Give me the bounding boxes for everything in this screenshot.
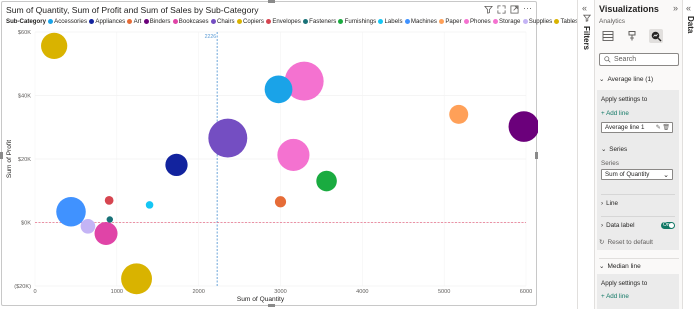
median-line-section-label: Median line bbox=[607, 262, 641, 270]
filters-label: Filters bbox=[582, 26, 591, 51]
expand-data-icon[interactable]: « bbox=[686, 3, 691, 13]
data-label-toggle[interactable]: On bbox=[661, 222, 675, 229]
series-field-label: Series bbox=[601, 160, 619, 167]
format-visual-tab[interactable] bbox=[625, 29, 639, 43]
bubble-binders bbox=[508, 111, 538, 142]
y-tick-label: $40K bbox=[18, 94, 31, 100]
reset-label: Reset to default bbox=[607, 238, 653, 246]
apply-settings-label-2: Apply settings to bbox=[601, 280, 648, 287]
filter-funnel-icon bbox=[582, 14, 592, 24]
median-line-card: Apply settings to + Add line bbox=[597, 274, 679, 309]
visualizations-pane: Visualizations » Analytics Search ⌄ Aver… bbox=[595, 0, 683, 309]
average-line-card: Apply settings to + Add line Average lin… bbox=[597, 90, 679, 250]
chevron-down-icon: ⌄ bbox=[663, 171, 669, 179]
median-line-section-header[interactable]: ⌄ Median line bbox=[599, 258, 679, 270]
bubble-envelopes bbox=[104, 196, 114, 205]
x-tick-label: 0 bbox=[33, 289, 36, 295]
pane-title: Visualizations bbox=[599, 4, 659, 14]
x-tick-label: 5000 bbox=[438, 289, 450, 295]
bubble-accessories bbox=[264, 75, 293, 104]
average-line-section-label: Average line (1) bbox=[607, 75, 654, 83]
bubble-labels bbox=[145, 201, 154, 209]
average-line-name: Average line 1 bbox=[605, 124, 645, 131]
paint-brush-icon bbox=[628, 31, 636, 41]
y-tick-label: $20K bbox=[18, 157, 31, 163]
chevron-down-icon: ⌄ bbox=[599, 76, 605, 83]
analytics-magnifier-icon bbox=[651, 31, 662, 42]
legend-marker bbox=[554, 19, 560, 24]
series-header-label: Series bbox=[609, 146, 628, 153]
search-input[interactable]: Search bbox=[599, 53, 679, 66]
build-visual-tab[interactable] bbox=[601, 29, 615, 43]
legend-item[interactable]: Tables bbox=[554, 18, 578, 25]
analytics-tab[interactable] bbox=[649, 29, 663, 43]
line-header-label: Line bbox=[606, 200, 619, 207]
y-tick-label: ($20K) bbox=[14, 284, 31, 290]
x-tick-label: 3000 bbox=[274, 289, 286, 295]
average-line-name-field[interactable]: Average line 1 ✎ 🗑 bbox=[601, 122, 673, 133]
bubble-appliances bbox=[165, 153, 188, 177]
edit-pencil-icon[interactable]: ✎ 🗑 bbox=[656, 124, 670, 131]
pane-tabs bbox=[599, 27, 679, 45]
report-canvas: Sum of Quantity, Sum of Profit and Sum o… bbox=[0, 0, 578, 309]
y-tick-label: $0K bbox=[21, 221, 31, 227]
apply-settings-label: Apply settings to bbox=[601, 96, 648, 103]
chevron-down-icon: ⌄ bbox=[599, 263, 605, 270]
bubble-storage bbox=[277, 138, 310, 171]
expand-filters-icon[interactable]: « bbox=[582, 3, 587, 13]
filters-pane-collapsed[interactable]: « Filters bbox=[577, 0, 595, 309]
chevron-right-icon: › bbox=[601, 200, 604, 207]
chevron-right-icon: › bbox=[601, 222, 604, 229]
add-median-line-button[interactable]: + Add line bbox=[601, 293, 675, 300]
bubble-paper bbox=[449, 104, 469, 124]
line-section-header[interactable]: › Line bbox=[601, 194, 675, 207]
y-axis-title: Sum of Profit bbox=[6, 140, 13, 178]
chevron-down-icon: ⌄ bbox=[601, 146, 607, 153]
bubble-furnishings bbox=[316, 170, 337, 192]
series-dropdown[interactable]: Sum of Quantity ⌄ bbox=[601, 169, 673, 180]
x-tick-label: 1000 bbox=[111, 289, 123, 295]
bubble-fasteners bbox=[106, 216, 113, 223]
build-visual-icon bbox=[602, 31, 614, 41]
average-line-label: 2226 bbox=[205, 34, 217, 40]
y-tick-label: $60K bbox=[18, 30, 31, 36]
data-label-header-label: Data label bbox=[606, 222, 635, 229]
pane-subtitle: Analytics bbox=[599, 18, 626, 25]
data-pane-collapsed[interactable]: « Data bbox=[683, 0, 698, 309]
reset-to-default-button[interactable]: ↻ Reset to default bbox=[599, 238, 653, 247]
series-section-header[interactable]: ⌄ Series bbox=[601, 146, 675, 153]
bubble-supplies bbox=[80, 218, 96, 234]
bubble-bookcases bbox=[94, 222, 118, 246]
average-line-section-header[interactable]: ⌄ Average line (1) bbox=[599, 75, 654, 84]
reset-icon: ↻ bbox=[599, 239, 605, 246]
bubble-art bbox=[274, 196, 287, 208]
x-tick-label: 2000 bbox=[192, 289, 204, 295]
data-label: Data bbox=[686, 16, 695, 34]
data-label-section-header[interactable]: › Data label On bbox=[601, 216, 675, 229]
bubble-machines bbox=[56, 196, 86, 227]
collapse-pane-icon[interactable]: » bbox=[673, 3, 678, 13]
series-dropdown-value: Sum of Quantity bbox=[605, 171, 650, 178]
x-tick-label: 4000 bbox=[356, 289, 368, 295]
search-icon bbox=[604, 56, 611, 63]
x-axis-title: Sum of Quantity bbox=[237, 296, 285, 303]
bubble-chairs bbox=[208, 118, 248, 158]
toggle-state-label: On bbox=[663, 222, 670, 228]
bubble-copiers bbox=[41, 32, 68, 60]
legend-label: Tables bbox=[560, 18, 579, 25]
bubble-tables bbox=[121, 263, 152, 295]
scatter-plot: $60K $40K $20K $0K ($20K)0 1000 2000 3000 4000 50… bbox=[6, 30, 538, 303]
powerbi-report: Sum of Quantity, Sum of Profit and Sum o… bbox=[0, 0, 698, 309]
add-line-button[interactable]: + Add line bbox=[601, 110, 675, 117]
search-placeholder: Search bbox=[614, 56, 637, 63]
x-tick-label: 6000 bbox=[520, 289, 532, 295]
scatter-visual[interactable]: Sum of Quantity, Sum of Profit and Sum o… bbox=[0, 0, 578, 307]
